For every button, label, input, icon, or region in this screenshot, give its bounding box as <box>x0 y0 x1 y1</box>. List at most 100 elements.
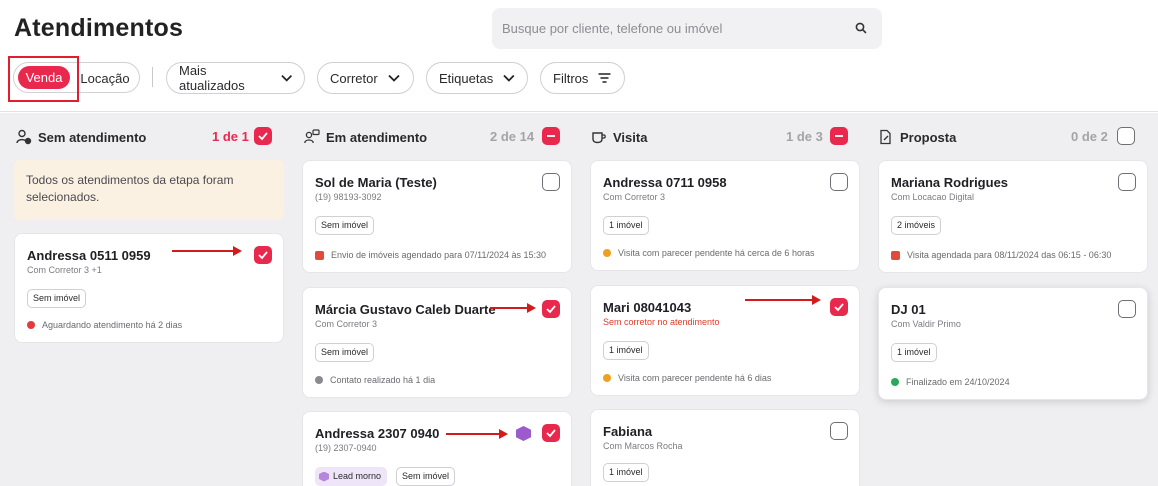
property-tag: Sem imóvel <box>27 289 87 308</box>
select-all-checkbox[interactable] <box>254 127 272 145</box>
column-title: Proposta <box>900 129 957 145</box>
lead-status: Visita com parecer pendente há cerca de … <box>603 248 814 258</box>
sort-dropdown[interactable]: Mais atualizados <box>166 62 305 94</box>
lead-status: Contato realizado há 1 dia <box>315 375 435 385</box>
property-tag: 1 imóvel <box>603 341 649 360</box>
column-title: Sem atendimento <box>38 129 147 145</box>
column-count: 2 de 14 <box>490 129 535 144</box>
check-circle-icon <box>891 378 899 386</box>
lead-status-text: Visita com parecer pendente há cerca de … <box>618 248 815 258</box>
lead-phone: (19) 98193-3092 <box>315 192 382 202</box>
lead-checkbox[interactable] <box>542 173 560 191</box>
lead-name: Andressa 0511 0959 <box>27 248 151 263</box>
select-all-checkbox[interactable] <box>830 127 848 145</box>
filters-button-label: Filtros <box>553 70 589 86</box>
lead-checkbox[interactable] <box>1118 300 1136 318</box>
users-icon <box>304 129 320 144</box>
minus-icon <box>547 135 555 137</box>
calendar-icon <box>891 250 900 260</box>
info-icon <box>315 376 323 384</box>
column-count: 0 de 2 <box>1071 129 1108 144</box>
lead-temperature-tag: Lead morno <box>315 467 388 486</box>
search-bar[interactable] <box>492 8 882 49</box>
lead-name: Fabiana <box>603 424 653 439</box>
coffee-cup-icon <box>592 132 606 144</box>
property-tag: Sem imóvel <box>315 216 375 235</box>
column-header-sem-atendimento: Sem atendimento 1 de 1 <box>16 125 278 149</box>
lead-status-text: Finalizado em 24/10/2024 <box>906 377 1010 387</box>
page-title: Atendimentos <box>14 14 184 42</box>
lead-status-text: Contato realizado há 1 dia <box>330 375 436 385</box>
property-tag: Sem imóvel <box>315 343 375 362</box>
filter-icon <box>598 73 611 83</box>
header: Atendimentos Venda Locação Mais atualiza… <box>0 0 1158 112</box>
lead-name: Márcia Gustavo Caleb Duarte <box>315 302 496 317</box>
lead-name: Andressa 0711 0958 <box>603 175 727 190</box>
lead-agent: Com Corretor 3 +1 <box>27 265 102 275</box>
lead-checkbox[interactable] <box>542 424 560 442</box>
warning-icon <box>603 249 611 257</box>
lead-card[interactable]: DJ 01 Com Valdir Primo 1 imóvel Finaliza… <box>878 287 1148 400</box>
column-header-em-atendimento: Em atendimento 2 de 14 <box>304 125 566 149</box>
check-icon <box>546 429 556 438</box>
search-input[interactable] <box>502 8 842 49</box>
lead-card[interactable]: Andressa 2307 0940 (19) 2307-0940 Lead m… <box>302 411 572 486</box>
lead-checkbox[interactable] <box>830 173 848 191</box>
lead-name: Sol de Maria (Teste) <box>315 175 437 190</box>
search-icon[interactable] <box>854 21 868 35</box>
select-all-checkbox[interactable] <box>1117 127 1135 145</box>
lead-name: Mariana Rodrigues <box>891 175 1009 190</box>
lead-agent: Com Corretor 3 <box>603 192 666 202</box>
column-title: Em atendimento <box>326 129 428 145</box>
property-tag: 1 imóvel <box>603 463 649 482</box>
lead-agent: Com Locacao Digital <box>891 192 975 202</box>
document-edit-icon <box>880 129 891 145</box>
lead-status-text: Envio de imóveis agendado para 07/11/202… <box>331 250 546 260</box>
lead-agent: Com Valdir Primo <box>891 319 961 329</box>
chevron-down-icon <box>280 75 292 82</box>
lead-agent: Com Marcos Rocha <box>603 441 683 451</box>
property-tag: 1 imóvel <box>603 216 649 235</box>
lead-checkbox[interactable] <box>254 246 272 264</box>
lead-status-text: Visita agendada para 08/11/2024 das 06:1… <box>907 250 1112 260</box>
select-all-checkbox[interactable] <box>542 127 560 145</box>
agent-dropdown-label: Corretor <box>330 70 378 86</box>
lead-status: Aguardando atendimento há 2 dias <box>27 320 182 330</box>
agent-dropdown[interactable]: Corretor <box>317 62 414 94</box>
tags-dropdown[interactable]: Etiquetas <box>426 62 528 94</box>
minus-icon <box>835 135 843 137</box>
lead-name: Andressa 2307 0940 <box>315 426 440 441</box>
lead-phone: (19) 2307-0940 <box>315 443 377 453</box>
lead-card[interactable]: Fabiana Com Marcos Rocha 1 imóvel <box>590 409 860 486</box>
lead-checkbox[interactable] <box>542 300 560 318</box>
toolbar-divider <box>152 67 153 87</box>
lead-checkbox[interactable] <box>1118 173 1136 191</box>
check-icon <box>834 303 844 312</box>
check-icon <box>546 305 556 314</box>
selection-notice: Todos os atendimentos da etapa foram sel… <box>14 160 284 220</box>
lead-status: Envio de imóveis agendado para 07/11/202… <box>315 250 546 260</box>
lead-checkbox[interactable] <box>830 422 848 440</box>
lead-card[interactable]: Andressa 0511 0959 Com Corretor 3 +1 Sem… <box>14 233 284 343</box>
lead-agent: Com Corretor 3 <box>315 319 378 329</box>
column-count: 1 de 3 <box>786 129 823 144</box>
tags-dropdown-label: Etiquetas <box>439 70 494 86</box>
chevron-down-icon <box>503 74 515 82</box>
warning-icon <box>603 374 611 382</box>
annotation-arrow <box>745 295 821 305</box>
lead-card[interactable]: Sol de Maria (Teste) (19) 98193-3092 Sem… <box>302 160 572 273</box>
lead-card[interactable]: Andressa 0711 0958 Com Corretor 3 1 imóv… <box>590 160 860 271</box>
sort-dropdown-label: Mais atualizados <box>179 63 245 93</box>
filters-button[interactable]: Filtros <box>540 62 625 94</box>
lead-agent-warning: Sem corretor no atendimento <box>603 317 720 327</box>
locacao-toggle-button[interactable]: Locação <box>76 67 134 90</box>
annotation-highlight-box <box>8 56 79 102</box>
lead-checkbox[interactable] <box>830 298 848 316</box>
property-tag: 2 imóveis <box>891 216 942 235</box>
annotation-arrow <box>172 246 242 256</box>
lead-status-text: Aguardando atendimento há 2 dias <box>42 320 183 330</box>
lead-card[interactable]: Mariana Rodrigues Com Locacao Digital 2 … <box>878 160 1148 273</box>
lead-status: Visita com parecer pendente há 6 dias <box>603 373 771 383</box>
property-tag: Sem imóvel <box>396 467 456 486</box>
check-icon <box>258 132 268 141</box>
